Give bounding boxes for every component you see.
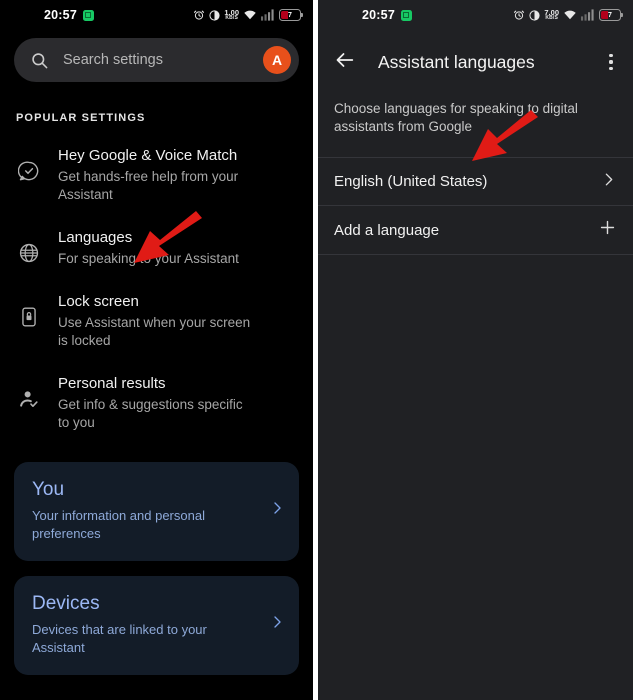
status-icons: 7.00 KB/S 7 <box>513 9 624 22</box>
setting-subtitle: Get hands-free help from your Assistant <box>58 169 239 202</box>
chevron-right-icon <box>269 500 285 521</box>
data-rate-unit: KB/S <box>225 15 239 22</box>
setting-row-voice-match[interactable]: Hey Google & Voice Match Get hands-free … <box>0 134 313 216</box>
language-list: English (United States) Add a language <box>318 157 633 255</box>
card-title: You <box>32 479 65 500</box>
card-devices[interactable]: Devices Devices that are linked to your … <box>14 576 299 675</box>
setting-subtitle: Get info & suggestions specific to you <box>58 397 243 430</box>
setting-title: Languages <box>58 229 133 246</box>
battery-level: 7 <box>288 11 292 19</box>
more-vertical-icon[interactable] <box>601 53 621 71</box>
battery-level: 7 <box>608 11 612 19</box>
language-row-add-a-language[interactable]: Add a language <box>318 206 633 255</box>
alarm-icon <box>514 10 525 20</box>
popular-settings-header: POPULAR SETTINGS <box>16 112 146 124</box>
phone-lock-icon <box>16 292 42 328</box>
wifi-icon <box>564 10 576 20</box>
page-title: Assistant languages <box>378 51 535 72</box>
alarm-icon <box>194 10 205 20</box>
right-status-bar: 20:57 7.00 KB/S 7 <box>318 0 633 30</box>
screen-recorder-icon <box>400 9 412 21</box>
status-time: 20:57 <box>44 8 77 22</box>
setting-row-personal-results[interactable]: Personal results Get info & suggestions … <box>0 362 313 444</box>
plus-icon <box>598 218 617 242</box>
right-screen-assistant-languages: 20:57 7.00 KB/S 7 Assistant languages Ch… <box>318 0 633 700</box>
data-rate-unit: KB/S <box>545 15 559 22</box>
signal-icon <box>581 9 594 21</box>
wifi-icon <box>244 10 256 20</box>
chevron-right-icon <box>269 614 285 635</box>
data-rate-icon: 7.00 KB/S <box>544 9 559 22</box>
search-icon <box>32 52 48 68</box>
card-title: Devices <box>32 593 100 614</box>
status-time: 20:57 <box>362 8 395 22</box>
back-arrow-icon[interactable] <box>334 49 356 76</box>
screen-recorder-icon <box>82 9 94 21</box>
avatar[interactable]: A <box>263 46 291 74</box>
setting-title: Lock screen <box>58 293 139 310</box>
setting-subtitle: For speaking to your Assistant <box>58 251 239 266</box>
search-input[interactable]: Search settings <box>63 52 263 68</box>
search-settings-bar[interactable]: Search settings A <box>14 38 299 82</box>
card-subtitle: Your information and personal preference… <box>32 508 205 541</box>
setting-title: Hey Google & Voice Match <box>58 147 238 164</box>
setting-title: Personal results <box>58 375 166 392</box>
left-status-bar: 20:57 1.00 KB/S 7 <box>0 0 313 30</box>
language-row-english-united-states[interactable]: English (United States) <box>318 157 633 206</box>
person-check-icon <box>16 374 42 410</box>
language-label: Add a language <box>334 221 440 239</box>
left-screen-assistant-settings: 20:57 1.00 KB/S 7 Search settings A POPU… <box>0 0 313 700</box>
battery-icon: 7 <box>599 9 624 21</box>
data-rate-icon: 1.00 KB/S <box>224 9 239 22</box>
setting-row-languages[interactable]: Languages For speaking to your Assistant <box>0 216 313 280</box>
dual-screenshot-container: 20:57 1.00 KB/S 7 Search settings A POPU… <box>0 0 633 700</box>
dnd-icon <box>209 9 220 21</box>
settings-list: Hey Google & Voice Match Get hands-free … <box>0 124 313 444</box>
signal-icon <box>261 9 274 21</box>
setting-row-lock-screen[interactable]: Lock screen Use Assistant when your scre… <box>0 280 313 362</box>
app-bar: Assistant languages <box>318 38 633 86</box>
battery-icon: 7 <box>279 9 304 21</box>
setting-subtitle: Use Assistant when your screen is locked <box>58 315 251 348</box>
card-subtitle: Devices that are linked to your Assistan… <box>32 622 207 655</box>
languages-description: Choose languages for speaking to digital… <box>334 101 578 134</box>
globe-icon <box>16 228 42 264</box>
status-icons: 1.00 KB/S 7 <box>193 9 304 22</box>
language-label: English (United States) <box>334 173 488 190</box>
chevron-right-icon <box>600 171 617 193</box>
voice-match-check-icon <box>16 146 42 182</box>
dnd-icon <box>529 9 540 21</box>
card-you[interactable]: You Your information and personal prefer… <box>14 462 299 561</box>
